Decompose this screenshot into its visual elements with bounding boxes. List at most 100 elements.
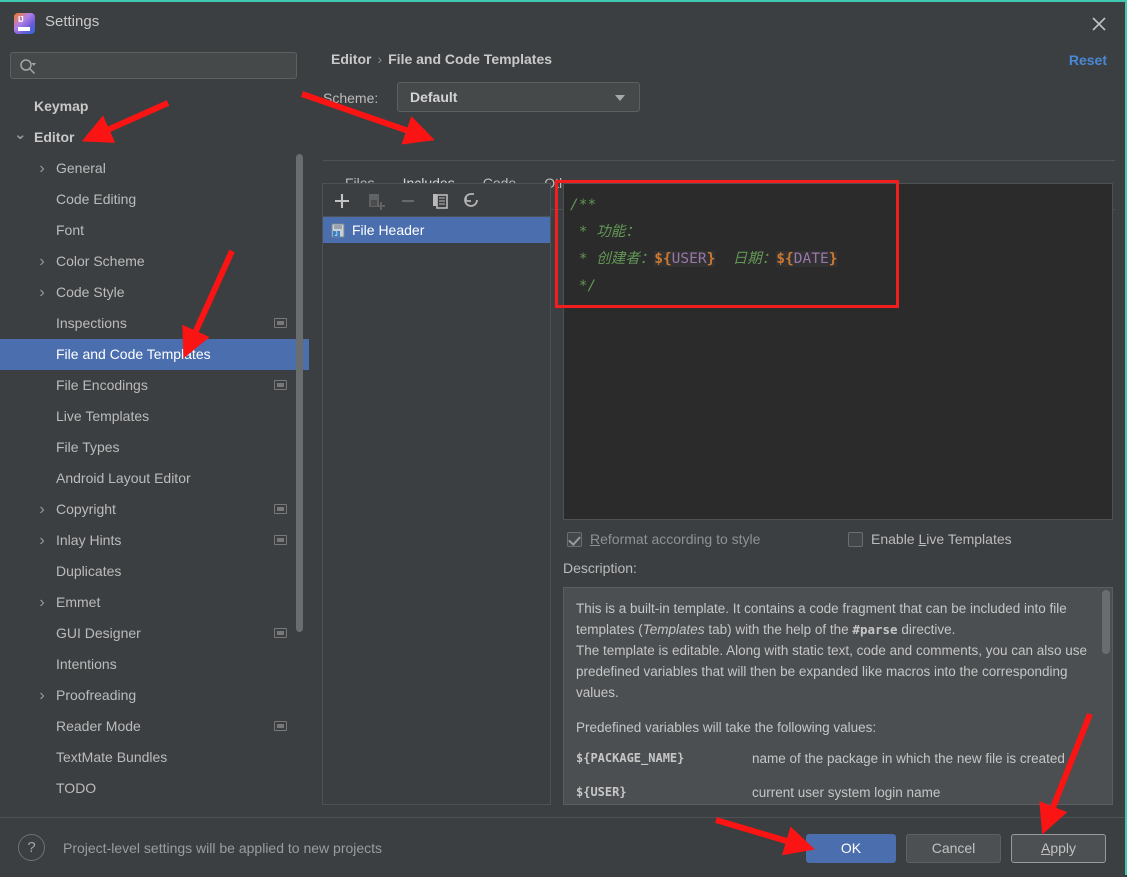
description-box: This is a built-in template. It contains…: [563, 587, 1113, 805]
close-icon[interactable]: [1087, 12, 1111, 36]
sidebar-item-android-layout-editor[interactable]: Android Layout Editor: [0, 463, 309, 494]
intellij-idea-logo-icon: IJ: [14, 13, 35, 34]
footer-note: Project-level settings will be applied t…: [63, 840, 383, 856]
code-comment: * 功能：: [570, 224, 640, 240]
description-variable-row: ${USER} current user system login name: [576, 782, 1100, 804]
sidebar-item-file-encodings[interactable]: File Encodings: [0, 370, 309, 401]
sidebar-item-editor[interactable]: ⌄ Editor: [0, 122, 309, 153]
sidebar-item-intentions[interactable]: Intentions: [0, 649, 309, 680]
sidebar-item-label: GUI Designer: [56, 625, 141, 641]
sidebar-item-label: Copyright: [56, 501, 116, 517]
template-code-editor[interactable]: /** * 功能： * 创建者：${USER} 日期：${DATE} */: [563, 183, 1113, 520]
sidebar-item-label: Font: [56, 222, 85, 238]
copy-button[interactable]: [429, 190, 451, 212]
description-scrollbar[interactable]: [1102, 590, 1110, 654]
code-comment: */: [570, 278, 597, 294]
reset-link[interactable]: Reset: [1069, 52, 1107, 68]
add-file-icon: [365, 190, 387, 212]
code-line: * 功能：: [570, 219, 1112, 246]
sidebar-item-label: Code Editing: [56, 191, 137, 207]
chevron-right-icon[interactable]: ›: [36, 277, 48, 308]
sidebar-item-font[interactable]: Font: [0, 215, 309, 246]
sidebar-item-color-scheme[interactable]: › Color Scheme: [0, 246, 309, 277]
desc-p1-italic: Templates: [642, 622, 705, 637]
window-title: Settings: [45, 13, 100, 30]
sidebar-item-label: File and Code Templates: [56, 346, 211, 362]
chevron-right-icon[interactable]: ›: [36, 246, 48, 277]
chevron-right-icon[interactable]: ›: [36, 153, 48, 184]
breadcrumb: Editor › File and Code Templates: [331, 51, 552, 67]
sidebar-item-file-and-code-templates[interactable]: File and Code Templates: [0, 339, 309, 370]
scheme-dropdown[interactable]: Default: [397, 82, 640, 112]
sidebar-item-label: Inlay Hints: [56, 532, 122, 548]
sidebar-item-emmet[interactable]: › Emmet: [0, 587, 309, 618]
sidebar-item-label: Duplicates: [56, 563, 122, 579]
code-line: */: [570, 273, 1112, 300]
live-templates-checkbox[interactable]: [848, 532, 863, 547]
revert-arrow-icon[interactable]: [461, 190, 483, 212]
ok-button[interactable]: OK: [806, 834, 896, 863]
breadcrumb-parent[interactable]: Editor: [331, 51, 371, 67]
code-comment: /**: [570, 197, 597, 213]
chevron-right-icon[interactable]: ›: [36, 587, 48, 618]
code-line: * 创建者：${USER} 日期：${DATE}: [570, 246, 1112, 273]
sidebar-item-file-types[interactable]: File Types: [0, 432, 309, 463]
reformat-checkbox[interactable]: [567, 532, 582, 547]
live-templates-checkbox-label: Enable Live Templates: [871, 531, 1012, 547]
desc-p1-code: #parse: [852, 622, 898, 637]
sidebar-item-reader-mode[interactable]: Reader Mode: [0, 711, 309, 742]
sidebar-item-code-editing[interactable]: Code Editing: [0, 184, 309, 215]
description-label: Description:: [563, 560, 637, 576]
project-scope-icon: [274, 318, 287, 328]
template-list: J File Header: [323, 217, 550, 804]
sidebar-item-label: Color Scheme: [56, 253, 145, 269]
chevron-right-icon[interactable]: ›: [36, 680, 48, 711]
description-variable-name: ${USER}: [576, 785, 627, 799]
description-spacer-2: [576, 738, 1100, 748]
description-variable-list: ${PACKAGE_NAME} name of the package in wh…: [576, 748, 1100, 804]
description-variable-row: ${PACKAGE_NAME} name of the package in wh…: [576, 748, 1100, 782]
project-scope-icon: [274, 721, 287, 731]
sidebar-item-textmate-bundles[interactable]: TextMate Bundles: [0, 742, 309, 773]
apply-button[interactable]: Apply: [1011, 834, 1106, 863]
sidebar-item-general[interactable]: › General: [0, 153, 309, 184]
chevron-down-icon[interactable]: ⌄: [14, 122, 27, 148]
sidebar-item-live-templates[interactable]: Live Templates: [0, 401, 309, 432]
reformat-label-rest: eformat according to style: [600, 531, 761, 547]
sidebar-item-inlay-hints[interactable]: › Inlay Hints: [0, 525, 309, 556]
sidebar-item-label: Android Layout Editor: [56, 470, 191, 486]
description-paragraph-1: This is a built-in template. It contains…: [576, 598, 1100, 640]
description-variable-name: ${PACKAGE_NAME}: [576, 751, 685, 765]
sidebar-scrollbar[interactable]: [296, 154, 303, 632]
sidebar-item-label: Inspections: [56, 315, 127, 331]
live-templates-label-pre: Enable: [871, 531, 919, 547]
sidebar-item-inspections[interactable]: Inspections: [0, 308, 309, 339]
template-list-panel: J File Header: [322, 183, 551, 805]
chevron-right-icon[interactable]: ›: [36, 494, 48, 525]
sidebar-item-label: Emmet: [56, 594, 101, 610]
template-variable: ${USER}: [654, 251, 716, 267]
sidebar-item-todo[interactable]: TODO: [0, 773, 309, 804]
sidebar-item-keymap[interactable]: Keymap: [0, 91, 309, 122]
project-scope-icon: [274, 535, 287, 545]
sidebar-item-label: Reader Mode: [56, 718, 141, 734]
sidebar-item-label: TODO: [56, 780, 97, 796]
project-scope-icon: [274, 628, 287, 638]
settings-tree: Keymap ⌄ Editor › General Code Editing Font › Co…: [0, 91, 309, 817]
remove-button: [397, 190, 419, 212]
live-templates-label-rest: ive Templates: [926, 531, 1012, 547]
question-mark-icon[interactable]: ?: [18, 834, 45, 861]
sidebar-item-code-style[interactable]: › Code Style: [0, 277, 309, 308]
chevron-right-icon[interactable]: ›: [36, 525, 48, 556]
add-button[interactable]: [331, 190, 353, 212]
sidebar-item-duplicates[interactable]: Duplicates: [0, 556, 309, 587]
project-scope-icon: [274, 380, 287, 390]
sidebar-item-copyright[interactable]: › Copyright: [0, 494, 309, 525]
search-input[interactable]: [10, 52, 297, 79]
cancel-button[interactable]: Cancel: [906, 834, 1001, 863]
sidebar-item-proofreading[interactable]: › Proofreading: [0, 680, 309, 711]
sidebar-item-label: Keymap: [34, 98, 89, 114]
list-item[interactable]: J File Header: [323, 217, 550, 243]
breadcrumb-current: File and Code Templates: [388, 51, 553, 67]
sidebar-item-gui-designer[interactable]: GUI Designer: [0, 618, 309, 649]
